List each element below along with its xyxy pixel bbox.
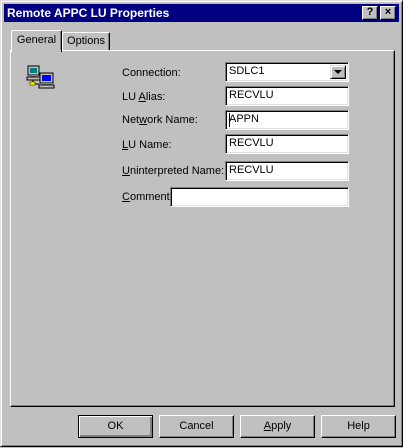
question-icon: ?: [366, 6, 374, 18]
close-icon: ×: [384, 6, 392, 18]
close-button[interactable]: ×: [380, 6, 396, 20]
help-title-button[interactable]: ?: [362, 6, 378, 20]
help-button[interactable]: Help: [321, 415, 396, 438]
dialog-window: Remote APPC LU Properties ? × General Op…: [0, 0, 403, 447]
ok-button[interactable]: OK: [78, 415, 153, 438]
tab-general[interactable]: General: [11, 30, 62, 52]
window-title: Remote APPC LU Properties: [7, 6, 170, 20]
tab-options[interactable]: Options: [62, 32, 110, 51]
tab-panel-general: [10, 50, 395, 407]
cancel-button[interactable]: Cancel: [159, 415, 234, 438]
apply-button[interactable]: Apply: [240, 415, 315, 438]
title-bar[interactable]: Remote APPC LU Properties ? ×: [4, 4, 399, 22]
